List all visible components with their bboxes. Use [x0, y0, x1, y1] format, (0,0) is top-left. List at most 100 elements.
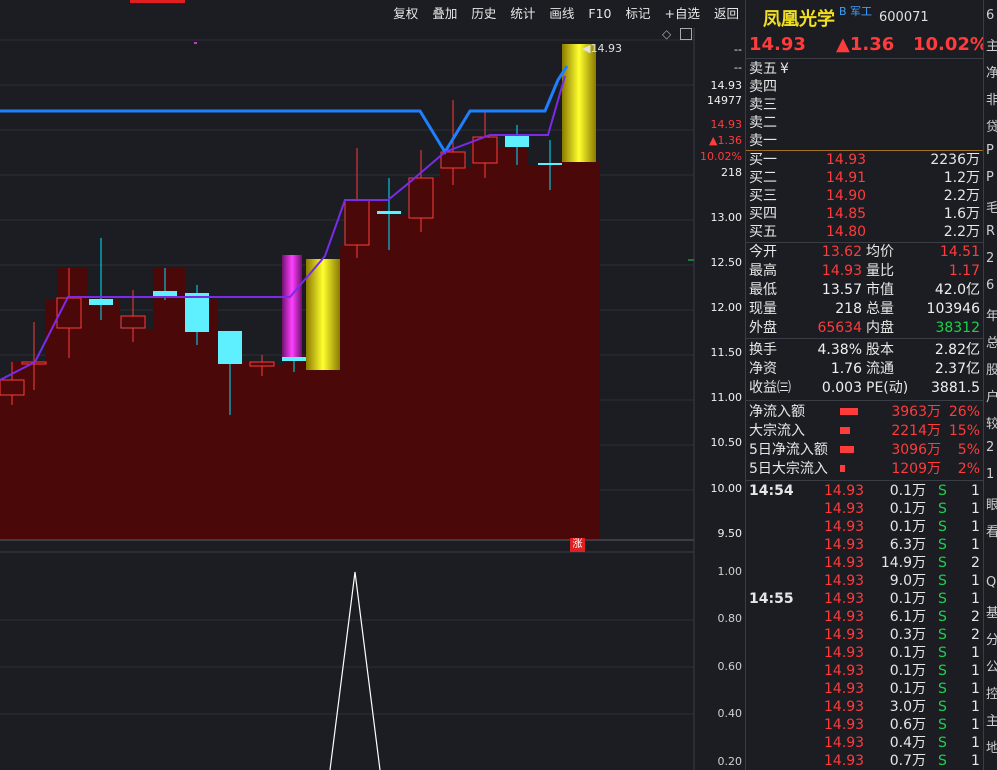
candle-body — [282, 357, 306, 361]
edge-char: 2 — [986, 440, 995, 455]
tick-row[interactable]: 14.93 3.0万 S 1 — [746, 698, 984, 716]
tick-volume: 0.1万 — [889, 645, 926, 661]
toolbar-btn-4[interactable]: 画线 — [543, 4, 580, 24]
candle-body — [89, 299, 113, 305]
tick-volume: 0.1万 — [889, 483, 926, 499]
fund-flow-bar — [840, 408, 858, 415]
edge-char: 地 — [986, 737, 997, 756]
tick-row[interactable]: 14.93 6.3万 S 1 — [746, 536, 984, 554]
stat-label: 最低 — [749, 282, 777, 298]
tick-volume: 0.6万 — [889, 717, 926, 733]
candle-body — [344, 199, 370, 246]
tick-volume: 0.1万 — [889, 663, 926, 679]
fund-flow-row: 5日大宗流入 1209万 2% — [746, 460, 984, 478]
tick-side: S — [938, 537, 947, 553]
stat-row: 收益㈢ 0.003 PE(动) 3881.5 — [746, 379, 984, 397]
stat-value: 14.51 — [939, 244, 980, 260]
tick-row[interactable]: 14.93 0.3万 S 2 — [746, 626, 984, 644]
tick-price: 14.93 — [824, 717, 865, 733]
indicator-axis-label: 1.00 — [717, 565, 743, 578]
kline-chart[interactable] — [0, 0, 745, 770]
fund-flow-amount: 3096万 — [891, 442, 941, 458]
buy-level-price: 14.80 — [826, 224, 867, 240]
tick-row[interactable]: 14.93 0.7万 S 1 — [746, 752, 984, 770]
price-axis-label: -- — [734, 43, 742, 56]
price-axis-label: 10.50 — [710, 436, 743, 449]
buy-level-price: 14.93 — [826, 152, 867, 168]
tick-volume: 0.1万 — [889, 591, 926, 607]
candle-body — [408, 177, 434, 219]
stat-value: 4.38% — [817, 342, 862, 358]
buy-level-price: 14.90 — [826, 188, 867, 204]
tick-side: S — [938, 591, 947, 607]
tick-price: 14.93 — [824, 537, 865, 553]
toolbar-btn-0[interactable]: 复权 — [387, 4, 424, 24]
fund-flow-amount: 2214万 — [891, 423, 941, 439]
edge-char: Q — [986, 575, 997, 590]
stat-value: 2.37亿 — [934, 361, 980, 377]
tick-row[interactable]: 14.93 0.4万 S 1 — [746, 734, 984, 752]
stat-row: 换手 4.38% 股本 2.82亿 — [746, 341, 984, 359]
tick-row[interactable]: 14.93 0.1万 S 1 — [746, 644, 984, 662]
window-icon[interactable] — [680, 28, 692, 40]
buy-level-volume: 2.2万 — [943, 224, 980, 240]
sell-level-row: 卖四 — [746, 78, 984, 96]
edge-char: 毛 — [986, 197, 997, 216]
buy-level-label: 买一 — [749, 152, 777, 168]
tick-row[interactable]: 14.93 0.1万 S 1 — [746, 518, 984, 536]
toolbar-btn-1[interactable]: 叠加 — [426, 4, 463, 24]
buy-level-label: 买五 — [749, 224, 777, 240]
toolbar-btn-8[interactable]: 返回 — [708, 4, 745, 24]
limit-up-badge: 涨 — [570, 538, 585, 552]
candle-body — [218, 331, 242, 364]
buy-level-volume: 2.2万 — [943, 188, 980, 204]
tick-count: 1 — [971, 663, 980, 679]
toolbar-btn-3[interactable]: 统计 — [504, 4, 541, 24]
tick-price: 14.93 — [824, 663, 865, 679]
buy-level-label: 买二 — [749, 170, 777, 186]
tick-volume: 0.3万 — [889, 627, 926, 643]
tick-volume: 9.0万 — [889, 573, 926, 589]
tick-row[interactable]: 14.93 6.1万 S 2 — [746, 608, 984, 626]
marker-dot — [194, 42, 197, 44]
stat-label: 外盘 — [749, 320, 777, 336]
toolbar-btn-6[interactable]: 标记 — [619, 4, 656, 24]
tick-row[interactable]: 14.93 9.0万 S 1 — [746, 572, 984, 590]
tick-time: 14:54 — [749, 483, 794, 499]
tick-row[interactable]: 14:55 14.93 0.1万 S 1 — [746, 590, 984, 608]
last-price-label: 14.93 — [590, 42, 622, 55]
tick-side: S — [938, 573, 947, 589]
diamond-icon[interactable]: ◇ — [662, 27, 671, 41]
stat-value: 1.17 — [948, 263, 980, 279]
tick-price: 14.93 — [824, 681, 865, 697]
buy-level-volume: 1.2万 — [943, 170, 980, 186]
stat-label: 流通 — [866, 361, 894, 377]
tick-row[interactable]: 14.93 0.6万 S 1 — [746, 716, 984, 734]
tick-row[interactable]: 14.93 0.1万 S 1 — [746, 680, 984, 698]
tick-row[interactable]: 14.93 0.1万 S 1 — [746, 662, 984, 680]
tick-count: 1 — [971, 717, 980, 733]
edge-char: 控 — [986, 683, 997, 702]
edge-char: 2 — [986, 251, 995, 266]
tick-count: 2 — [971, 555, 980, 571]
indicator-line — [329, 571, 381, 770]
stat-label: 现量 — [749, 301, 777, 317]
edge-char: 较 — [986, 413, 997, 432]
tick-row[interactable]: 14:54 14.93 0.1万 S 1 — [746, 482, 984, 500]
fund-flow-row: 净流入额 3963万 26% — [746, 403, 984, 421]
signal-bar — [282, 255, 302, 357]
stat-label: 净资 — [749, 361, 777, 377]
stat-value: 14.93 — [821, 263, 862, 279]
edge-char: R — [986, 224, 996, 239]
toolbar-btn-5[interactable]: F10 — [582, 4, 617, 24]
tick-row[interactable]: 14.93 14.9万 S 2 — [746, 554, 984, 572]
stat-value: 65634 — [817, 320, 862, 336]
tick-row[interactable]: 14.93 0.1万 S 1 — [746, 500, 984, 518]
price-axis-label: 10.02% — [700, 150, 742, 163]
price-axis-label: 11.00 — [710, 391, 743, 404]
toolbar-btn-7[interactable]: +自选 — [659, 4, 706, 24]
active-tab-indicator — [130, 0, 185, 3]
stat-value: 2.82亿 — [934, 342, 980, 358]
toolbar-btn-2[interactable]: 历史 — [465, 4, 502, 24]
kline-chart-area[interactable]: 复权 叠加 历史 统计 画线 F10 标记 +自选 返回 ◇ ◀14.93 涨 -- -- 14.9… — [0, 0, 745, 770]
